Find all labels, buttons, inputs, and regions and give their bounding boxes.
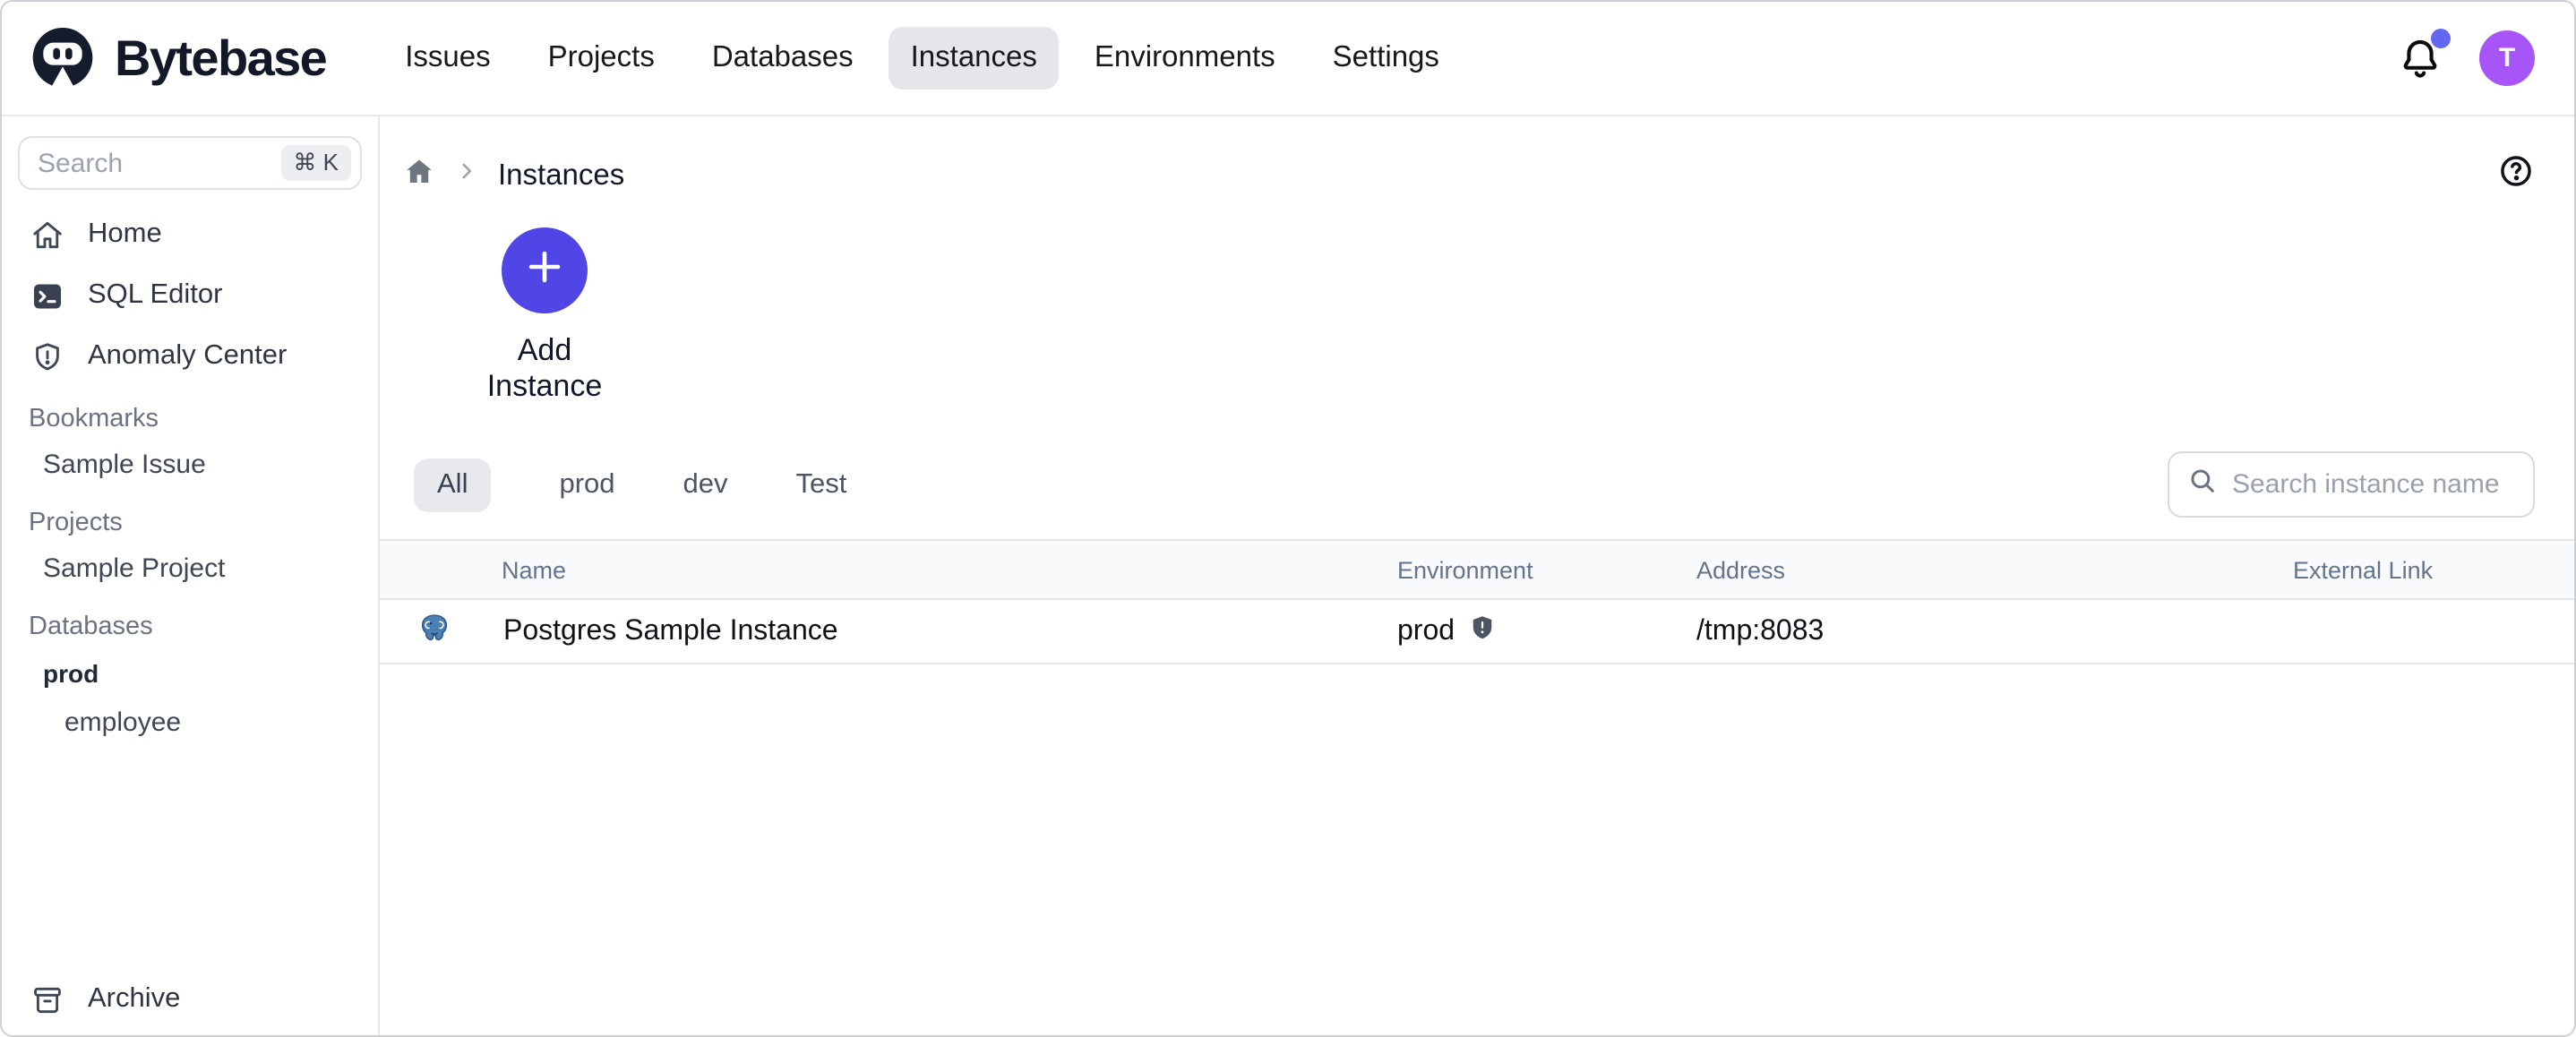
sidebar-item-archive[interactable]: Archive <box>2 969 378 1030</box>
nav-item-issues[interactable]: Issues <box>383 27 511 90</box>
cell-address: /tmp:8083 <box>1696 615 2293 647</box>
add-instance: Add Instance <box>459 227 631 405</box>
sidebar-item-db-employee[interactable]: employee <box>2 698 378 749</box>
home-icon <box>30 218 64 252</box>
sidebar-search-input[interactable] <box>38 148 280 178</box>
sidebar-item-env-prod[interactable]: prod <box>2 648 378 698</box>
help-button[interactable] <box>2497 152 2535 199</box>
add-instance-button[interactable] <box>502 227 588 313</box>
add-instance-label: Add Instance <box>459 333 631 405</box>
nav-item-databases[interactable]: Databases <box>691 27 875 90</box>
sidebar-item-sql-editor[interactable]: SQL Editor <box>2 265 378 326</box>
plus-icon <box>523 244 566 296</box>
search-icon <box>2187 465 2218 504</box>
shield-icon <box>1469 613 1496 649</box>
terminal-icon <box>30 279 64 313</box>
filter-row: All prod dev Test <box>403 451 2535 518</box>
sidebar-search-box[interactable]: ⌘ K <box>18 136 362 190</box>
instances-table: Name Environment Address External Link <box>380 539 2574 664</box>
tab-prod[interactable]: prod <box>559 468 614 501</box>
column-header-environment: Environment <box>1397 556 1696 583</box>
sidebar-nav: Home SQL Editor <box>2 204 378 387</box>
nav-item-projects[interactable]: Projects <box>527 27 676 90</box>
cell-environment: prod <box>1397 613 1696 649</box>
instance-search-input[interactable] <box>2232 469 2515 500</box>
sidebar-section-projects: Projects Sample Project <box>2 501 378 595</box>
instance-name: Postgres Sample Instance <box>503 615 838 647</box>
column-header-name: Name <box>380 556 1397 583</box>
column-header-external-link: External Link <box>2293 556 2574 583</box>
breadcrumb-current[interactable]: Instances <box>498 159 624 193</box>
table-header: Name Environment Address External Link <box>380 539 2574 600</box>
sidebar-item-sample-issue[interactable]: Sample Issue <box>2 441 378 491</box>
breadcrumb-home-icon[interactable] <box>403 155 435 196</box>
top-navbar: Bytebase Issues Projects Databases Insta… <box>2 2 2574 116</box>
table-row[interactable]: Postgres Sample Instance prod /tmp:808 <box>380 600 2574 664</box>
sidebar: ⌘ K Home <box>2 116 380 1037</box>
search-shortcut-badge: ⌘ K <box>280 145 351 181</box>
section-label: Projects <box>2 501 378 544</box>
tab-all[interactable]: All <box>414 458 491 511</box>
nav-item-instances[interactable]: Instances <box>889 27 1059 90</box>
sidebar-item-sample-project[interactable]: Sample Project <box>2 544 378 595</box>
sidebar-item-label: Archive <box>88 983 180 1016</box>
circle-question-icon <box>2497 152 2535 199</box>
notification-dot <box>2431 28 2451 47</box>
sidebar-item-label: SQL Editor <box>88 279 223 312</box>
environment-name: prod <box>1397 615 1455 647</box>
sidebar-section-databases: Databases prod employee <box>2 605 378 749</box>
brand-name: Bytebase <box>115 30 326 87</box>
instance-search-box[interactable] <box>2168 451 2535 518</box>
archive-icon <box>30 982 64 1016</box>
sidebar-item-anomaly-center[interactable]: Anomaly Center <box>2 326 378 387</box>
tab-test[interactable]: Test <box>796 468 847 501</box>
main-content: Instances <box>380 116 2574 1037</box>
bell-icon <box>2397 58 2443 89</box>
sidebar-item-label: Anomaly Center <box>88 340 287 373</box>
navbar-right: T <box>2397 30 2535 86</box>
tab-dev[interactable]: dev <box>683 468 728 501</box>
breadcrumb: Instances <box>403 156 2535 195</box>
section-label: Databases <box>2 605 378 648</box>
bytebase-window: Bytebase Issues Projects Databases Insta… <box>0 0 2576 1037</box>
brand[interactable]: Bytebase <box>27 22 326 94</box>
nav-item-environments[interactable]: Environments <box>1073 27 1297 90</box>
section-label: Bookmarks <box>2 398 378 441</box>
sidebar-item-home[interactable]: Home <box>2 204 378 265</box>
postgresql-icon <box>419 612 450 651</box>
avatar[interactable]: T <box>2479 30 2535 86</box>
sidebar-footer: Archive <box>2 969 378 1030</box>
sidebar-section-bookmarks: Bookmarks Sample Issue <box>2 398 378 491</box>
main-nav: Issues Projects Databases Instances Envi… <box>383 27 1461 90</box>
column-header-address: Address <box>1696 556 2293 583</box>
sidebar-item-label: Home <box>88 219 162 251</box>
shield-alert-icon <box>30 339 64 373</box>
notification-button[interactable] <box>2397 35 2443 81</box>
chevron-right-icon <box>455 159 478 192</box>
cell-name: Postgres Sample Instance <box>380 612 1397 651</box>
bytebase-logo-icon <box>27 22 99 94</box>
nav-item-settings[interactable]: Settings <box>1311 27 1461 90</box>
